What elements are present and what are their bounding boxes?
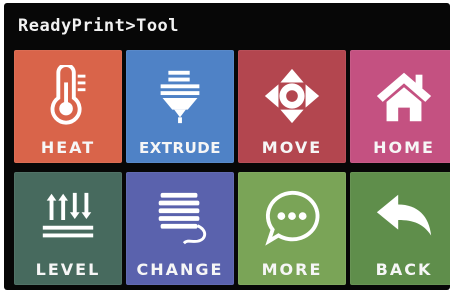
extrude-button[interactable]: EXTRUDE [126,50,234,163]
move-arrows-icon [238,60,346,132]
change-filament-button[interactable]: CHANGE [126,172,234,285]
chat-bubble-icon [238,182,346,254]
level-arrows-icon [14,182,122,254]
extrude-label: EXTRUDE [139,139,221,157]
screen-title: ReadyPrint>Tool [18,16,180,36]
home-button[interactable]: HOME [350,50,450,163]
move-label: MOVE [261,138,323,157]
touch-screen: ReadyPrint>Tool HEAT EXTRUDE MOVE HOME L… [4,3,450,290]
back-arrow-icon [350,182,450,254]
extruder-icon [126,60,234,132]
home-icon [350,60,450,132]
level-label: LEVEL [35,260,101,279]
more-label: MORE [261,260,323,279]
level-button[interactable]: LEVEL [14,172,122,285]
home-label: HOME [373,138,435,157]
heat-label: HEAT [40,138,96,157]
back-label: BACK [375,260,433,279]
move-button[interactable]: MOVE [238,50,346,163]
change-label: CHANGE [136,260,224,279]
thermometer-icon [14,60,122,132]
heat-button[interactable]: HEAT [14,50,122,163]
filament-spool-icon [126,182,234,254]
more-button[interactable]: MORE [238,172,346,285]
back-button[interactable]: BACK [350,172,450,285]
